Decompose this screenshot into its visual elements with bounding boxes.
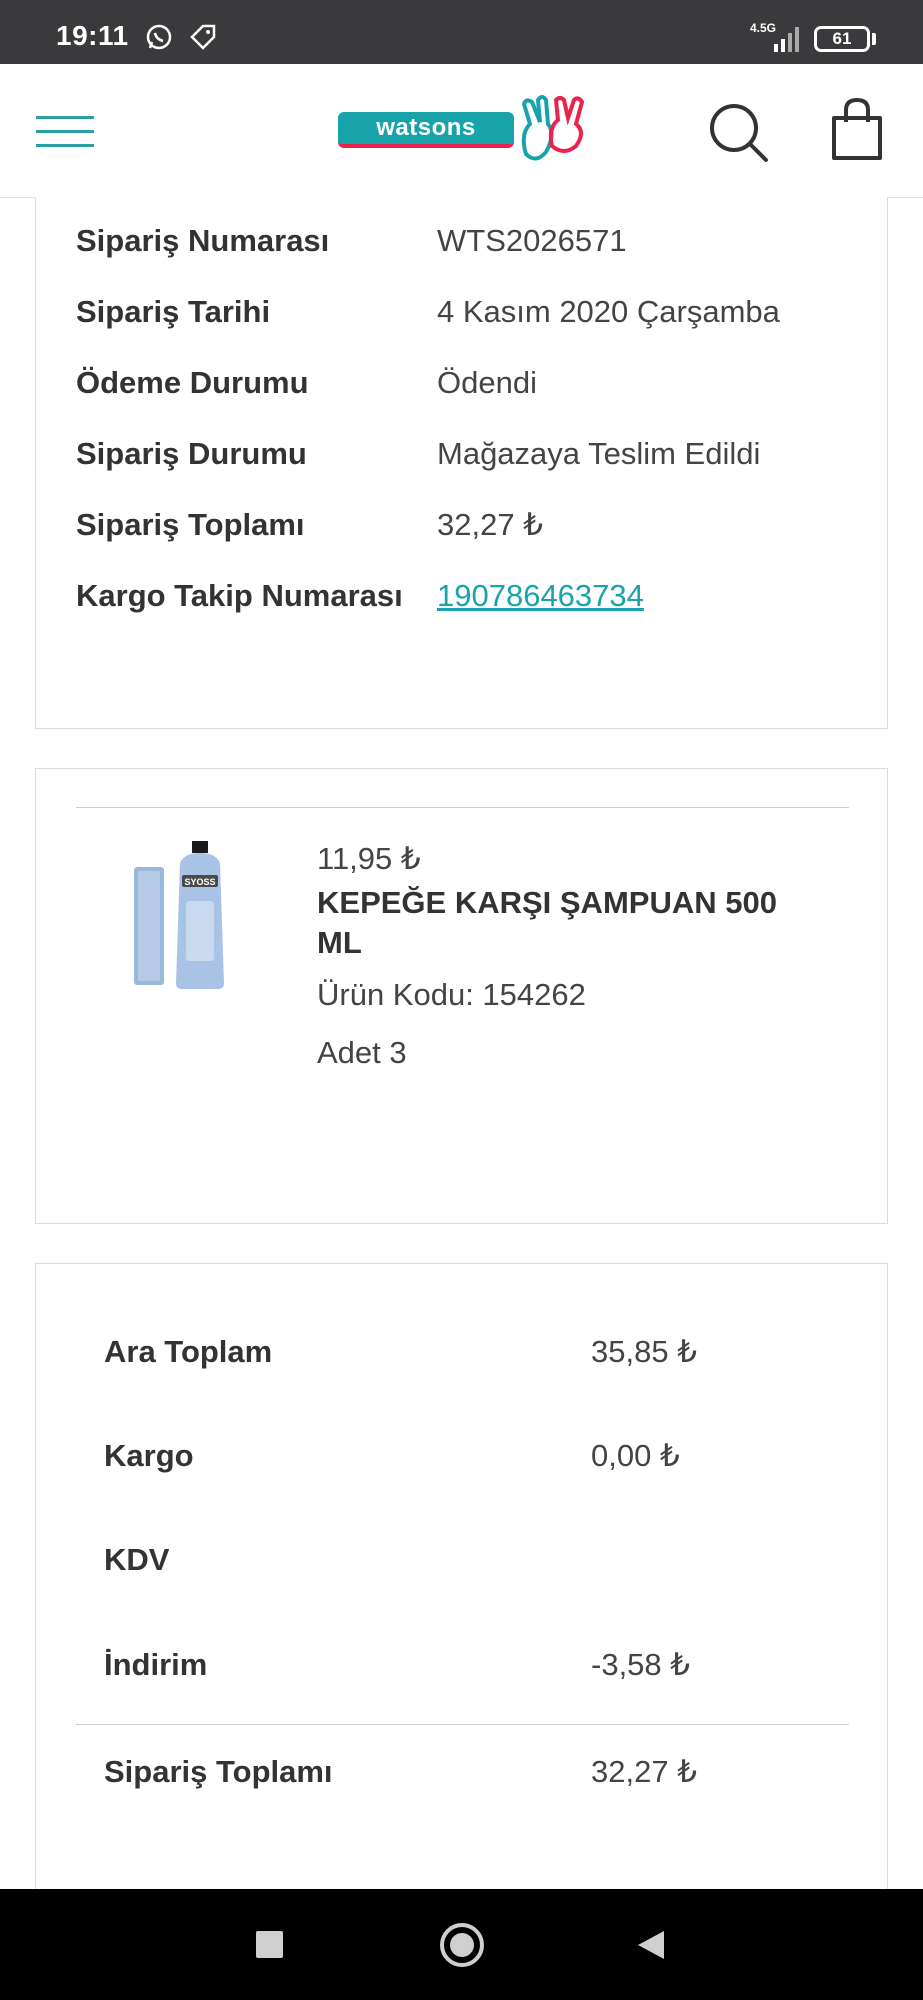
subtotal-label: Ara Toplam (104, 1334, 273, 1369)
watsons-logo[interactable]: watsons (336, 94, 588, 168)
battery-level: 61 (832, 29, 852, 48)
summary-total-label: Sipariş Toplamı (104, 1754, 333, 1789)
summary-total-row: Sipariş Toplamı 32,27 ₺ (104, 1752, 844, 1792)
discount-label: İndirim (104, 1647, 208, 1682)
payment-status-value: Ödendi (437, 365, 537, 400)
battery-tip (872, 33, 876, 45)
product-price: 11,95 ₺ (317, 841, 421, 876)
logo-text: watsons (338, 112, 514, 148)
subtotal-row: Ara Toplam 35,85 ₺ (104, 1332, 844, 1372)
payment-status-label: Ödeme Durumu (76, 365, 309, 400)
back-icon[interactable] (636, 1929, 666, 1961)
tracking-number-link[interactable]: 190786463734 (437, 578, 644, 613)
app-header: watsons (0, 64, 923, 198)
signal-icon (774, 27, 799, 52)
product-divider (76, 807, 849, 808)
status-time: 19:11 (56, 20, 129, 51)
recent-apps-icon[interactable] (256, 1931, 283, 1958)
discount-value: -3,58 ₺ (591, 1647, 690, 1682)
status-bar: 19:11 4.5G 61 (0, 0, 923, 64)
order-status-label: Sipariş Durumu (76, 436, 307, 471)
product-code: Ürün Kodu: 154262 (317, 977, 586, 1012)
summary-divider (76, 1724, 849, 1725)
order-number-value: WTS2026571 (437, 223, 627, 258)
shipping-label: Kargo (104, 1438, 194, 1473)
order-date-label: Sipariş Tarihi (76, 294, 271, 329)
battery-icon: 61 (814, 26, 870, 52)
order-date-value: 4 Kasım 2020 Çarşamba (437, 294, 780, 329)
search-icon[interactable] (706, 100, 770, 164)
logo-hands-icon (521, 95, 585, 161)
vat-row: KDV (104, 1540, 844, 1580)
product-name[interactable]: KEPEĞE KARŞI ŞAMPUAN 500 ML (317, 883, 817, 963)
product-image-brand: SYOSS (184, 877, 215, 887)
order-status-value: Mağazaya Teslim Edildi (437, 436, 761, 471)
subtotal-value: 35,85 ₺ (591, 1334, 697, 1369)
whatsapp-icon (146, 24, 172, 50)
navigation-bar (0, 1889, 923, 2000)
summary-total-value: 32,27 ₺ (591, 1754, 697, 1789)
order-total-label: Sipariş Toplamı (76, 507, 305, 542)
product-card: SYOSS 11,95 ₺ KEPEĞE KARŞI ŞAMPUAN 500 M… (35, 768, 888, 1224)
order-number-label: Sipariş Numarası (76, 223, 330, 258)
vat-label: KDV (104, 1542, 170, 1577)
home-icon[interactable] (440, 1923, 484, 1967)
menu-icon[interactable] (36, 108, 94, 150)
order-info-card: Sipariş Numarası WTS2026571 Sipariş Tari… (35, 197, 888, 729)
tracking-number-label: Kargo Takip Numarası (76, 578, 403, 613)
discount-row: İndirim -3,58 ₺ (104, 1645, 844, 1685)
shipping-row: Kargo 0,00 ₺ (104, 1436, 844, 1476)
tag-icon (190, 24, 216, 50)
product-quantity: Adet 3 (317, 1035, 407, 1070)
product-image[interactable]: SYOSS (126, 841, 236, 991)
shipping-value: 0,00 ₺ (591, 1438, 680, 1473)
shopping-bag-icon[interactable] (830, 98, 884, 162)
order-total-value: 32,27 ₺ (437, 507, 543, 542)
